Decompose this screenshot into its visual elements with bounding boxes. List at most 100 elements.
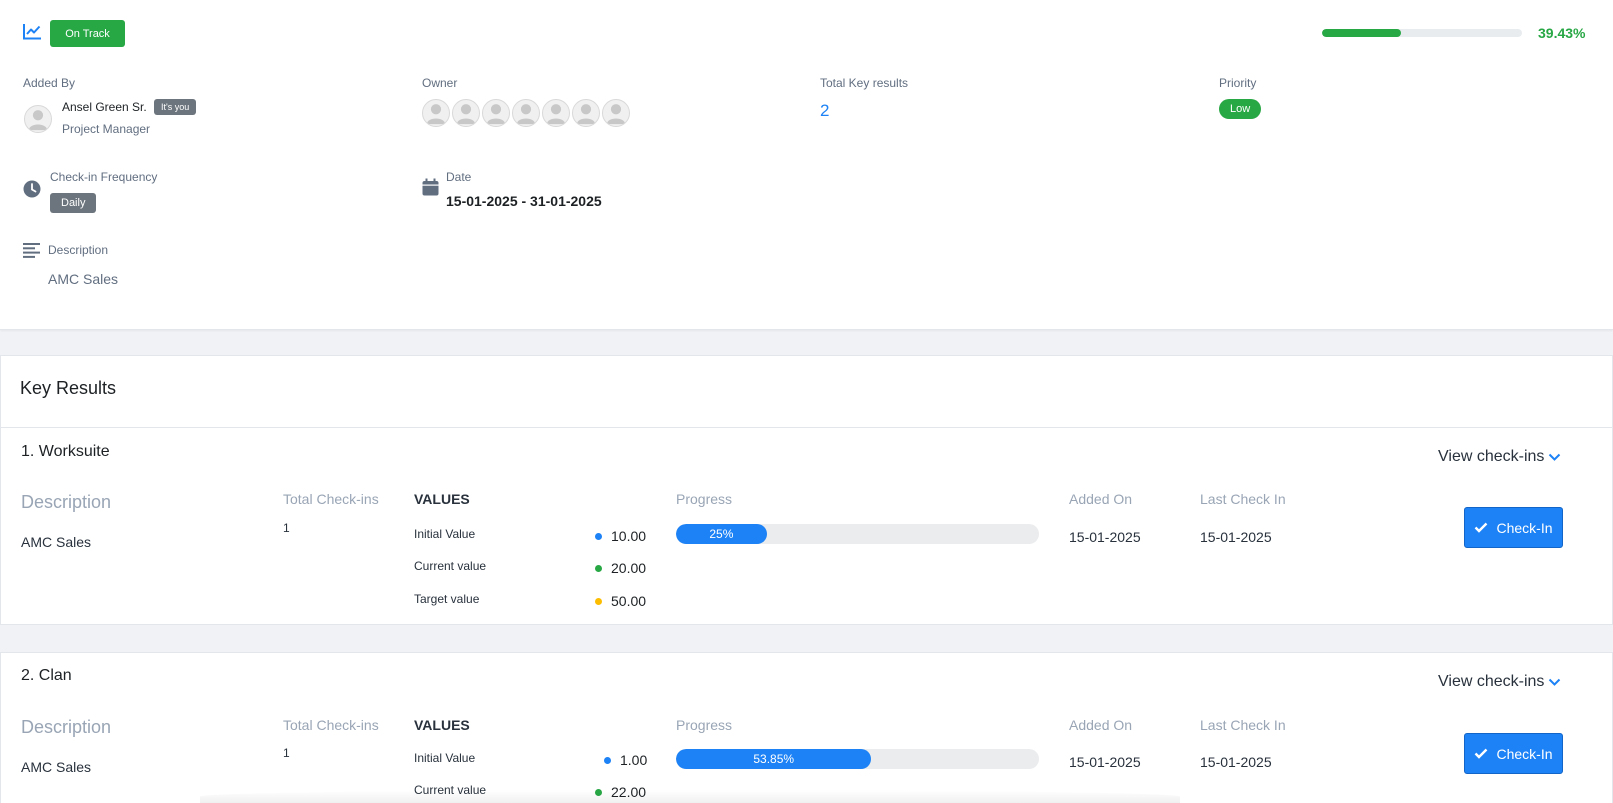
chevron-down-icon bbox=[1549, 453, 1561, 461]
initial-dot-icon bbox=[595, 532, 602, 540]
owner-avatar[interactable] bbox=[512, 99, 540, 127]
key-result-description: AMC Sales bbox=[21, 534, 92, 550]
key-results-title: Key Results bbox=[20, 378, 117, 398]
key-result-progress-fill: 53.85% bbox=[676, 749, 872, 769]
last-checkin-value: 15-01-2025 bbox=[1200, 529, 1272, 545]
added-on-column-header: Added On bbox=[1069, 491, 1133, 507]
key-result-title: 2. Clan bbox=[21, 667, 72, 684]
description-column-header: Description bbox=[21, 717, 112, 737]
total-checkins-value: 1 bbox=[283, 746, 290, 760]
key-result-progress-fill: 25% bbox=[676, 524, 767, 544]
bottom-shadow bbox=[200, 790, 1180, 803]
check-icon bbox=[1475, 748, 1488, 759]
initial-value-label: Initial Value bbox=[414, 751, 476, 765]
user-avatar-icon bbox=[28, 110, 48, 131]
key-result-description: AMC Sales bbox=[21, 759, 92, 775]
added-by-role: Project Manager bbox=[62, 122, 151, 136]
clock-icon bbox=[23, 180, 41, 198]
overall-progress-value: 39.43% bbox=[1538, 25, 1586, 41]
owner-avatars bbox=[422, 99, 632, 127]
user-avatar-icon bbox=[456, 104, 476, 125]
frequency-badge: Daily bbox=[50, 193, 97, 213]
key-result-title: 1. Worksuite bbox=[21, 443, 110, 460]
current-value-label: Current value bbox=[414, 559, 487, 573]
owner-avatar[interactable] bbox=[452, 99, 480, 127]
target-value: 50.00 bbox=[595, 593, 646, 609]
added-by-name[interactable]: Ansel Green Sr. bbox=[62, 100, 147, 114]
progress-label: 53.85% bbox=[753, 752, 795, 766]
trend-chart-icon bbox=[23, 24, 41, 40]
objective-details-card: On Track 39.43% Added By Ansel Green Sr.… bbox=[0, 0, 1613, 330]
initial-value-label: Initial Value bbox=[414, 527, 476, 541]
total-key-results-value: 2 bbox=[820, 101, 830, 120]
initial-value: 10.00 bbox=[595, 528, 646, 544]
total-checkins-column-header: Total Check-ins bbox=[283, 491, 379, 507]
total-key-results-label: Total Key results bbox=[820, 76, 909, 90]
progress-label: 25% bbox=[709, 527, 734, 541]
owner-avatar[interactable] bbox=[422, 99, 450, 127]
align-left-icon bbox=[23, 243, 40, 258]
user-avatar-icon bbox=[426, 104, 446, 125]
added-by-label: Added By bbox=[23, 76, 76, 90]
current-dot-icon bbox=[595, 564, 602, 572]
key-result-card: 1. Worksuite View check-ins Description … bbox=[0, 427, 1613, 625]
user-avatar-icon bbox=[516, 104, 536, 125]
owner-avatar[interactable] bbox=[482, 99, 510, 127]
user-avatar-icon bbox=[576, 104, 596, 125]
target-value-label: Target value bbox=[414, 592, 480, 606]
avatar[interactable] bbox=[24, 105, 52, 133]
current-value-text: 20.00 bbox=[611, 560, 647, 576]
checkin-button-label: Check-In bbox=[1496, 519, 1553, 536]
date-value: 15-01-2025 - 31-01-2025 bbox=[446, 193, 602, 209]
checkin-button-label: Check-In bbox=[1496, 745, 1553, 762]
description-column-header: Description bbox=[21, 492, 112, 512]
overall-progress-fill bbox=[1322, 29, 1401, 37]
user-avatar-icon bbox=[486, 104, 506, 125]
initial-dot-icon bbox=[604, 756, 611, 764]
progress-column-header: Progress bbox=[676, 717, 733, 733]
priority-label: Priority bbox=[1219, 76, 1257, 90]
values-column-header: VALUES bbox=[414, 717, 470, 733]
last-checkin-value: 15-01-2025 bbox=[1200, 754, 1272, 770]
owner-avatar[interactable] bbox=[542, 99, 570, 127]
progress-column-header: Progress bbox=[676, 491, 733, 507]
view-checkins-toggle[interactable]: View check-ins bbox=[1438, 673, 1561, 691]
key-results-section: Key Results bbox=[0, 355, 1613, 427]
target-dot-icon bbox=[595, 597, 602, 605]
values-column-header: VALUES bbox=[414, 491, 470, 507]
view-checkins-label: View check-ins bbox=[1438, 448, 1545, 465]
total-checkins-column-header: Total Check-ins bbox=[283, 717, 379, 733]
status-badge[interactable]: On Track bbox=[50, 20, 125, 47]
priority-badge: Low bbox=[1219, 99, 1262, 119]
target-value-text: 50.00 bbox=[611, 593, 647, 609]
user-avatar-icon bbox=[546, 104, 566, 125]
date-label: Date bbox=[446, 170, 472, 184]
key-result-progress-bar: 25% bbox=[676, 524, 1039, 544]
user-avatar-icon bbox=[606, 104, 626, 125]
view-checkins-toggle[interactable]: View check-ins bbox=[1438, 448, 1561, 466]
owner-avatar[interactable] bbox=[602, 99, 630, 127]
checkin-button[interactable]: Check-In bbox=[1464, 507, 1563, 548]
initial-value-text: 10.00 bbox=[611, 528, 647, 544]
chevron-down-icon bbox=[1549, 678, 1561, 686]
last-checkin-column-header: Last Check In bbox=[1200, 717, 1286, 733]
checkin-button[interactable]: Check-In bbox=[1464, 733, 1563, 774]
view-checkins-label: View check-ins bbox=[1438, 673, 1545, 690]
its-you-badge: It's you bbox=[154, 99, 197, 115]
checkin-frequency-label: Check-in Frequency bbox=[50, 170, 158, 184]
check-icon bbox=[1475, 522, 1488, 533]
overall-progress-bar bbox=[1322, 29, 1522, 37]
total-checkins-value: 1 bbox=[283, 521, 290, 535]
owner-label: Owner bbox=[422, 76, 458, 90]
key-result-progress-bar: 53.85% bbox=[676, 749, 1039, 769]
last-checkin-column-header: Last Check In bbox=[1200, 491, 1286, 507]
added-on-value: 15-01-2025 bbox=[1069, 754, 1141, 770]
description-value: AMC Sales bbox=[48, 271, 119, 287]
initial-value-text: 1.00 bbox=[620, 752, 648, 768]
calendar-icon bbox=[422, 178, 439, 196]
added-on-column-header: Added On bbox=[1069, 717, 1133, 733]
current-value: 20.00 bbox=[595, 560, 646, 576]
description-label: Description bbox=[48, 243, 109, 257]
owner-avatar[interactable] bbox=[572, 99, 600, 127]
initial-value: 1.00 bbox=[604, 752, 647, 768]
